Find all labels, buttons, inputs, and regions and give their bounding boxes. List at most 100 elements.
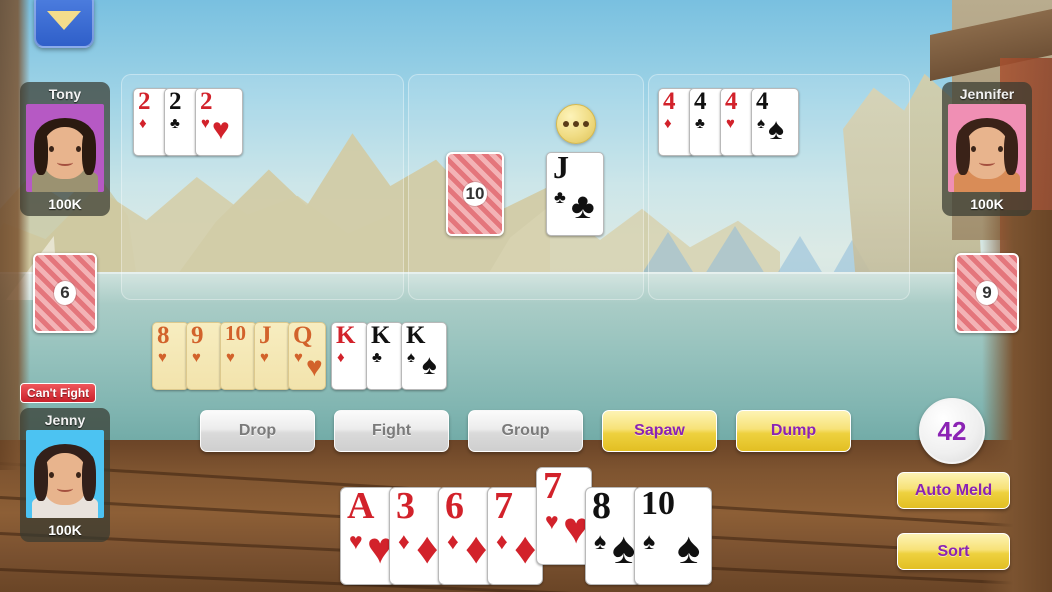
player-meld-card[interactable]: 9 ♥ xyxy=(186,322,223,390)
card-suit: ♥ xyxy=(226,349,235,366)
auto-meld-button[interactable]: Auto Meld xyxy=(897,472,1010,509)
player-panel-tony[interactable]: Tony 100K xyxy=(20,82,110,216)
card-suit: ♥ xyxy=(260,349,269,366)
fight-button-label: Fight xyxy=(371,422,412,439)
card-suit-large: ♦ xyxy=(514,524,537,573)
card-suit: ♣ xyxy=(554,187,566,207)
score-display: 42 xyxy=(919,398,985,464)
avatar xyxy=(948,104,1026,192)
sort-button[interactable]: Sort xyxy=(897,533,1010,570)
card-rank: 7 xyxy=(494,487,513,527)
player-chips: 100K xyxy=(48,196,82,212)
card-suit: ♦ xyxy=(337,349,345,366)
draw-pile[interactable]: 10 xyxy=(446,152,504,236)
card-suit: ♦ xyxy=(664,115,672,132)
card-rank: 10 xyxy=(225,322,246,345)
player-meld-card[interactable]: Q ♥ ♥ xyxy=(288,322,326,390)
drop-button[interactable]: Drop xyxy=(200,410,315,452)
card-suit-large: ♥ xyxy=(212,113,230,146)
card-suit: ♦ xyxy=(447,528,459,554)
player-meld-card[interactable]: J ♥ xyxy=(254,322,291,390)
card-suit-large: ♦ xyxy=(416,524,439,573)
player-panel-jennifer[interactable]: Jennifer 100K xyxy=(942,82,1032,216)
card-rank: 2 xyxy=(138,88,151,115)
card-rank: 9 xyxy=(191,322,204,349)
meld-card[interactable]: 4 ♠ ♠ xyxy=(751,88,799,156)
card-suit: ♠ xyxy=(407,349,415,366)
card-rank: 4 xyxy=(756,88,769,115)
player-meld-card[interactable]: 8 ♥ xyxy=(152,322,189,390)
card-rank: 2 xyxy=(169,88,182,115)
player-meld-card[interactable]: K ♠ ♠ xyxy=(401,322,447,390)
card-suit: ♥ xyxy=(158,349,167,366)
card-suit-large: ♣ xyxy=(571,185,595,226)
group-button[interactable]: Group xyxy=(468,410,583,452)
player-meld-card[interactable]: 10 ♥ xyxy=(220,322,257,390)
card-suit-large: ♦ xyxy=(465,524,488,573)
card-suit-large: ♠ xyxy=(612,524,636,573)
card-suit: ♠ xyxy=(757,115,765,132)
card-count-badge: 9 xyxy=(976,281,998,305)
card-rank: 10 xyxy=(641,487,675,522)
meld-zone-center[interactable] xyxy=(408,74,644,300)
card-rank: K xyxy=(406,322,426,349)
hand-card[interactable]: 7 ♦ ♦ xyxy=(487,487,543,585)
card-suit: ♣ xyxy=(695,115,705,132)
card-rank: 8 xyxy=(157,322,170,349)
hand-card[interactable]: 6 ♦ ♦ xyxy=(438,487,494,585)
menu-dropdown-button[interactable] xyxy=(34,0,94,48)
hand-card[interactable]: 3 ♦ ♦ xyxy=(389,487,445,585)
card-rank: 4 xyxy=(725,88,738,115)
player-meld-card[interactable]: K ♣ xyxy=(366,322,403,390)
meld-card[interactable]: 2 ♥ ♥ xyxy=(195,88,243,156)
discard-pile-card[interactable]: J ♣ ♣ xyxy=(546,152,604,236)
card-suit: ♠ xyxy=(594,528,607,554)
card-rank: Q xyxy=(293,322,313,349)
card-rank: J xyxy=(259,322,272,349)
card-suit: ♣ xyxy=(170,115,180,132)
card-suit: ♦ xyxy=(496,528,508,554)
card-suit: ♦ xyxy=(139,115,147,132)
avatar xyxy=(26,430,104,518)
group-button-label: Group xyxy=(501,422,550,439)
thinking-dots-icon xyxy=(556,104,596,144)
card-suit-large: ♠ xyxy=(422,349,437,380)
card-rank: 2 xyxy=(200,88,213,115)
card-rank: 4 xyxy=(663,88,676,115)
deck-count-badge: 10 xyxy=(462,182,488,206)
card-rank: K xyxy=(336,322,356,349)
sort-button-label: Sort xyxy=(937,542,970,560)
card-suit: ♦ xyxy=(398,528,410,554)
hand-card[interactable]: 10 ♠ ♠ xyxy=(634,487,712,585)
score-value: 42 xyxy=(937,415,967,446)
card-rank: 6 xyxy=(445,487,464,527)
card-rank: K xyxy=(371,322,391,349)
hand-card[interactable]: 8 ♠ ♠ xyxy=(585,487,641,585)
player-meld-card[interactable]: K ♦ xyxy=(331,322,368,390)
card-rank: 8 xyxy=(592,487,611,527)
card-suit: ♥ xyxy=(192,349,201,366)
dump-button[interactable]: Dump xyxy=(736,410,851,452)
card-suit-large: ♠ xyxy=(677,524,701,573)
hand-card-selected[interactable]: 7 ♥ ♥ xyxy=(536,467,592,565)
sapaw-button[interactable]: Sapaw xyxy=(602,410,717,452)
player-panel-jenny[interactable]: Jenny 100K xyxy=(20,408,110,542)
card-rank: J xyxy=(553,152,569,185)
card-rank: 4 xyxy=(694,88,707,115)
card-suit: ♥ xyxy=(545,508,559,534)
card-rank: A xyxy=(347,487,375,527)
avatar xyxy=(26,104,104,192)
sapaw-button-label: Sapaw xyxy=(634,422,685,439)
fight-button[interactable]: Fight xyxy=(334,410,449,452)
jennifer-hand-count-card: 9 xyxy=(955,253,1019,333)
card-count-badge: 6 xyxy=(54,281,76,305)
tony-hand-count-card: 6 xyxy=(33,253,97,333)
player-name: Jenny xyxy=(44,412,86,428)
card-suit-large: ♠ xyxy=(768,113,784,146)
game-screen: Tony 100K 6 Jennifer 100K 9 Can't Fight … xyxy=(0,0,1052,592)
player-name: Jennifer xyxy=(959,86,1015,102)
hand-card[interactable]: A ♥ ♥ xyxy=(340,487,396,585)
card-suit-large: ♥ xyxy=(306,351,323,382)
card-suit: ♥ xyxy=(201,115,210,132)
player-chips: 100K xyxy=(970,196,1004,212)
